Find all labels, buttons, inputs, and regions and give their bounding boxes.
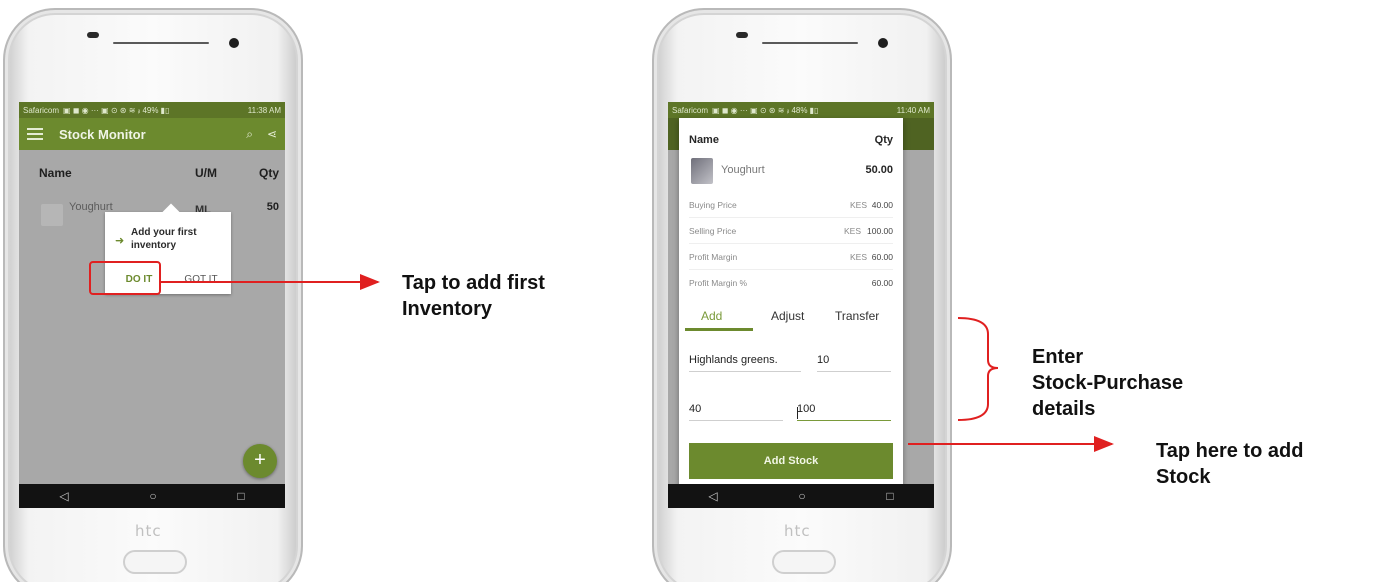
annotation-line: Stock-Purchase	[1032, 372, 1184, 394]
annotation-purchase-details: Enter Stock-Purchase details	[1032, 344, 1183, 422]
purchase-details-brace	[957, 317, 999, 421]
annotation-overlay	[89, 261, 1114, 452]
do-it-highlight	[89, 261, 161, 295]
annotation-line: Tap to add first	[402, 272, 545, 294]
annotation-add-stock: Tap here to add Stock	[1156, 438, 1303, 490]
annotation-line: Inventory	[402, 298, 493, 320]
annotation-line: Tap here to add	[1156, 440, 1304, 462]
annotation-line: Stock	[1156, 466, 1211, 488]
annotation-line: details	[1032, 398, 1096, 420]
annotation-line: Enter	[1032, 346, 1084, 368]
annotation-first-inventory: Tap to add first Inventory	[402, 270, 545, 322]
